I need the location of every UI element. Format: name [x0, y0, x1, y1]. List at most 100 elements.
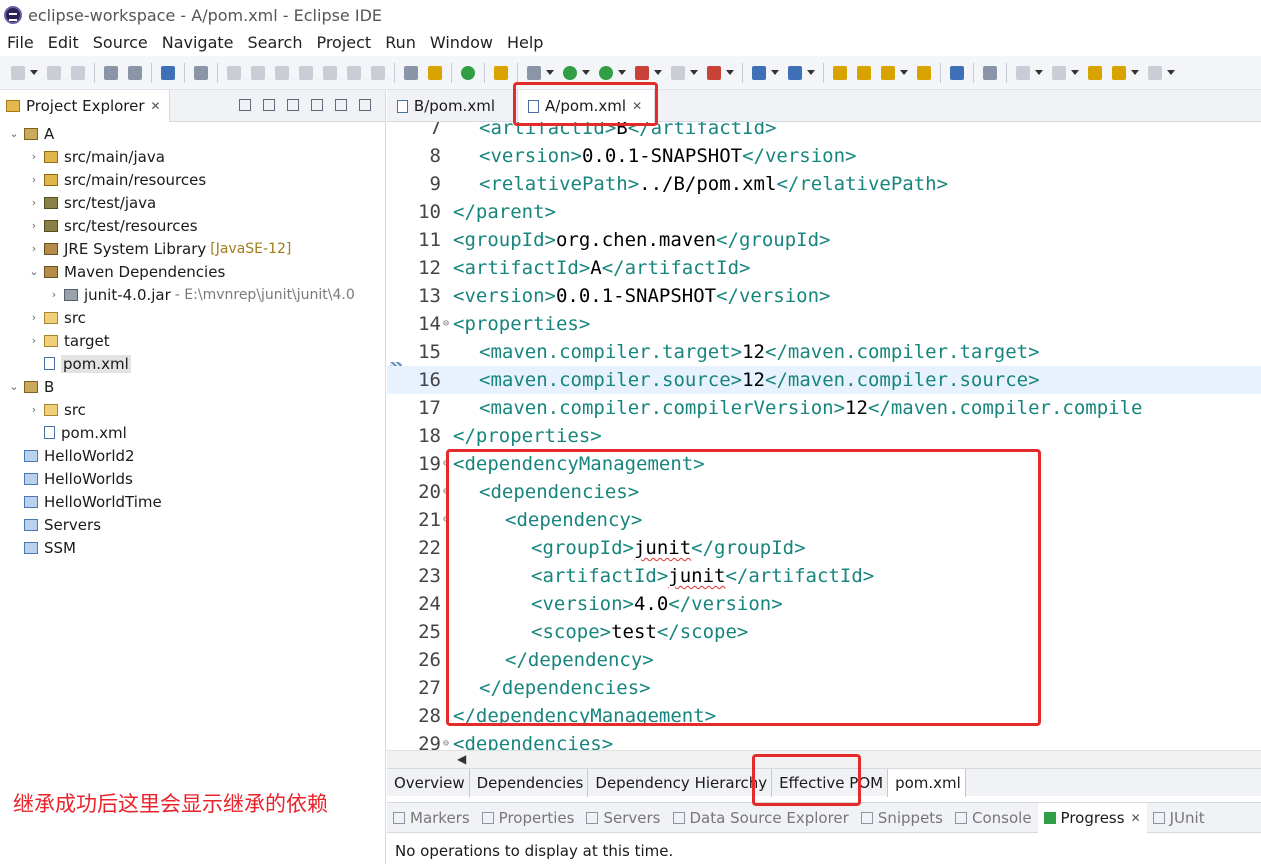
tree-item[interactable]: › src: [0, 306, 386, 329]
coverage-dropdown-icon[interactable]: [618, 70, 626, 75]
fold-toggle-icon[interactable]: ⊖: [443, 310, 449, 338]
tab-b-pom[interactable]: B/pom.xml: [387, 90, 505, 122]
view-menu-icon[interactable]: [311, 99, 323, 111]
open-type-icon[interactable]: [104, 65, 118, 80]
tab-dependency-hierarchy[interactable]: Dependency Hierarchy: [588, 769, 773, 797]
tab-markers[interactable]: Markers: [387, 803, 476, 833]
open-folder-icon[interactable]: [833, 65, 847, 80]
chevron-right-icon[interactable]: ›: [28, 196, 40, 209]
chevron-down-icon[interactable]: ⌄: [8, 127, 20, 140]
globe-icon[interactable]: [950, 65, 964, 80]
tab-junit[interactable]: JUnit: [1147, 803, 1211, 833]
forward-dropdown-icon[interactable]: [1167, 70, 1175, 75]
tree-item[interactable]: › src/test/java: [0, 191, 386, 214]
step-return-icon[interactable]: [371, 65, 385, 80]
terminal-icon[interactable]: [161, 65, 175, 80]
scroll-left-icon[interactable]: ◀: [457, 752, 466, 766]
update-maven-icon[interactable]: [461, 65, 475, 80]
search-icon[interactable]: [983, 65, 997, 80]
word-wrap-icon[interactable]: [404, 65, 418, 80]
save-all-icon[interactable]: [71, 65, 85, 80]
new-dropdown-icon[interactable]: [30, 70, 38, 75]
coverage-icon[interactable]: [599, 65, 613, 80]
tree-item[interactable]: › target: [0, 329, 386, 352]
back-icon[interactable]: [1112, 65, 1126, 80]
menu-help[interactable]: Help: [500, 33, 550, 52]
new-java-project-icon[interactable]: [752, 65, 766, 80]
run-dropdown-icon[interactable]: [582, 70, 590, 75]
tab-effective-pom[interactable]: Effective POM: [772, 769, 889, 797]
tab-snippets[interactable]: Snippets: [855, 803, 949, 833]
menu-run[interactable]: Run: [378, 33, 423, 52]
search-file-icon[interactable]: [917, 65, 931, 80]
forward-icon[interactable]: [1148, 65, 1162, 80]
tab-overview[interactable]: Overview: [387, 769, 470, 797]
step-over-icon[interactable]: [347, 65, 361, 80]
save-icon[interactable]: [47, 65, 61, 80]
stop-server-dropdown-icon[interactable]: [690, 70, 698, 75]
last-edit-location-icon[interactable]: [1088, 65, 1102, 80]
new-class-dropdown-icon[interactable]: [807, 70, 815, 75]
external-tools-icon[interactable]: [635, 65, 649, 80]
chevron-right-icon[interactable]: ›: [28, 219, 40, 232]
tree-item[interactable]: ⌄ Maven Dependencies: [0, 260, 386, 283]
minimize-icon[interactable]: [335, 99, 347, 111]
horizontal-scrollbar[interactable]: ◀: [387, 750, 1261, 768]
close-icon[interactable]: ✕: [151, 99, 161, 113]
tree-item[interactable]: SSM: [0, 536, 386, 559]
code-editor[interactable]: 7 <artifactId>B</artifactId> 8 <version>0.0…: [387, 122, 1261, 750]
fold-toggle-icon[interactable]: ⊖: [443, 478, 449, 506]
stop-server-icon[interactable]: [671, 65, 685, 80]
tree-item[interactable]: pom.xml: [0, 421, 386, 444]
tree-item[interactable]: › src: [0, 398, 386, 421]
debug-dropdown-icon[interactable]: [546, 70, 554, 75]
tree-item[interactable]: HelloWorlds: [0, 467, 386, 490]
open-task-icon[interactable]: [857, 65, 871, 80]
menu-window[interactable]: Window: [423, 33, 500, 52]
chevron-right-icon[interactable]: ›: [28, 242, 40, 255]
servers-icon[interactable]: [494, 65, 508, 80]
menu-project[interactable]: Project: [309, 33, 378, 52]
close-icon[interactable]: ✕: [1131, 811, 1141, 825]
collapse-all-icon[interactable]: [239, 99, 251, 111]
tree-item[interactable]: › JRE System Library [JavaSE-12]: [0, 237, 386, 260]
tree-item[interactable]: HelloWorld2: [0, 444, 386, 467]
fold-toggle-icon[interactable]: ⊖: [443, 506, 449, 534]
chevron-right-icon[interactable]: ›: [48, 288, 60, 301]
tree-item[interactable]: › junit-4.0.jar - E:\mvnrep\junit\junit\4.…: [0, 283, 386, 306]
pin-icon[interactable]: [881, 65, 895, 80]
tree-item[interactable]: › src/main/resources: [0, 168, 386, 191]
tab-properties[interactable]: Properties: [476, 803, 581, 833]
skip-breakpoints-icon[interactable]: [194, 65, 208, 80]
chevron-right-icon[interactable]: ›: [28, 150, 40, 163]
menu-source[interactable]: Source: [86, 33, 155, 52]
run-icon[interactable]: [563, 65, 577, 80]
resume-icon[interactable]: [227, 65, 241, 80]
step-into-icon[interactable]: [323, 65, 337, 80]
debug-icon[interactable]: [527, 65, 541, 80]
menu-edit[interactable]: Edit: [41, 33, 86, 52]
previous-annotation-icon[interactable]: [1052, 65, 1066, 80]
tree-item[interactable]: ⌄ A: [0, 122, 386, 145]
tree-item[interactable]: pom.xml: [0, 352, 386, 375]
chevron-down-icon[interactable]: ⌄: [28, 265, 40, 278]
tab-a-pom[interactable]: A/pom.xml ✕: [517, 90, 655, 122]
deploy-dropdown-icon[interactable]: [726, 70, 734, 75]
filter-icon[interactable]: [287, 99, 299, 111]
tab-dependencies[interactable]: Dependencies: [470, 769, 589, 797]
tree-item[interactable]: HelloWorldTime: [0, 490, 386, 513]
chevron-right-icon[interactable]: ›: [28, 403, 40, 416]
suspend-icon[interactable]: [251, 65, 265, 80]
open-resource-icon[interactable]: [128, 65, 142, 80]
tab-console[interactable]: Console: [949, 803, 1038, 833]
menu-search[interactable]: Search: [240, 33, 309, 52]
chevron-right-icon[interactable]: ›: [28, 334, 40, 347]
tab-project-explorer[interactable]: Project Explorer ✕: [0, 89, 170, 122]
fold-toggle-icon[interactable]: ⊖: [443, 730, 449, 750]
disconnect-icon[interactable]: [299, 65, 313, 80]
tree-item[interactable]: Servers: [0, 513, 386, 536]
pin-dropdown-icon[interactable]: [900, 70, 908, 75]
previous-annotation-dropdown-icon[interactable]: [1071, 70, 1079, 75]
back-dropdown-icon[interactable]: [1131, 70, 1139, 75]
chevron-right-icon[interactable]: ›: [28, 173, 40, 186]
